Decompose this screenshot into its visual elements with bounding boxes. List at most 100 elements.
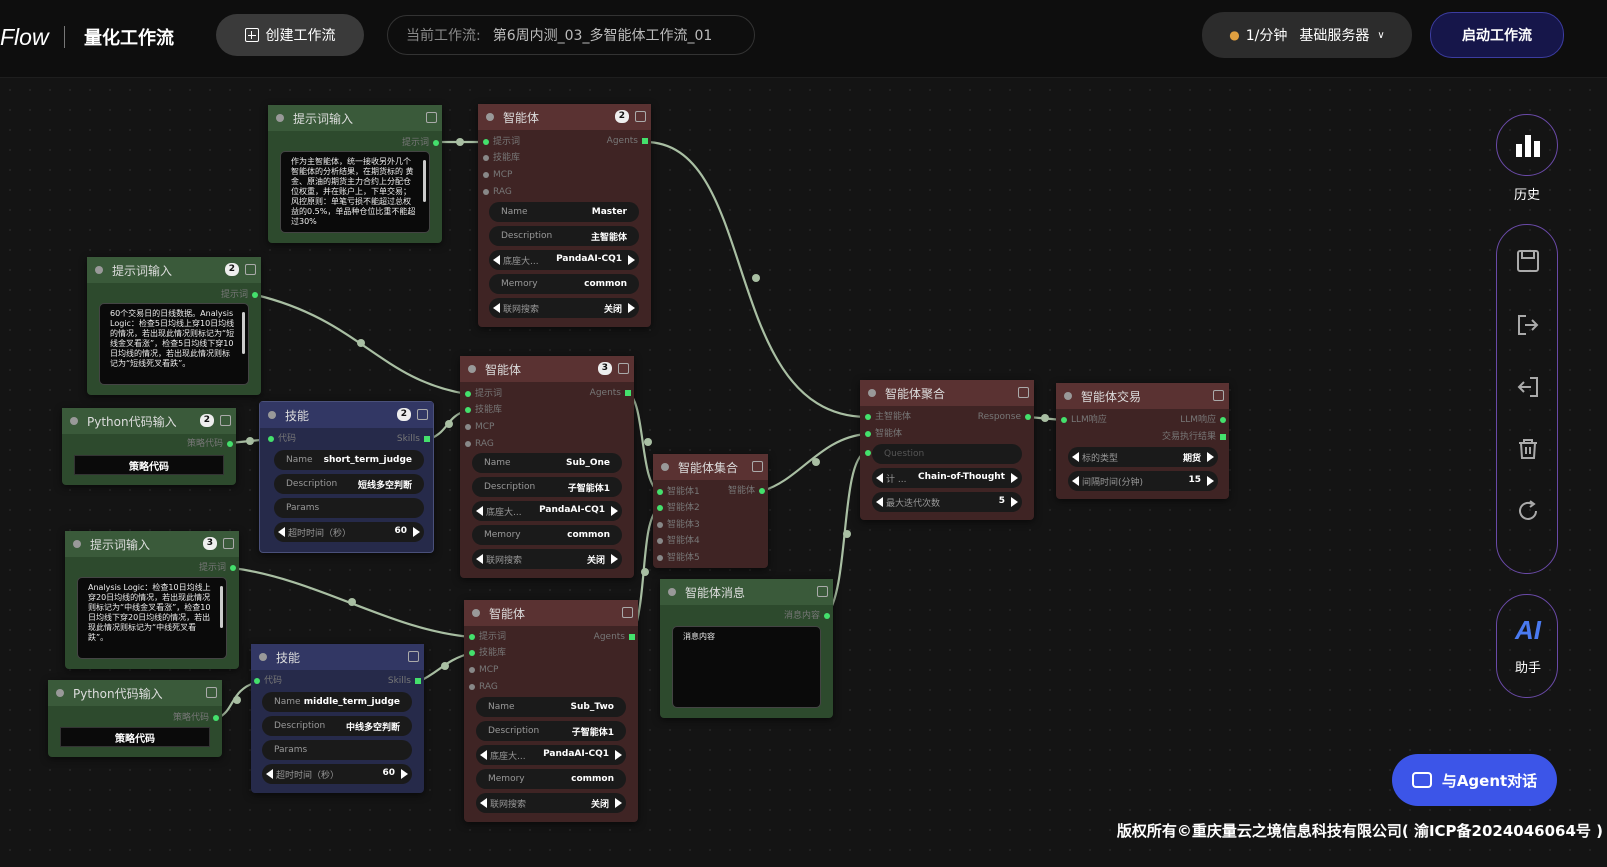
input-port-skills[interactable]: 技能库: [483, 152, 520, 164]
prev-icon[interactable]: [480, 798, 487, 808]
input-port-code[interactable]: 代码: [268, 433, 296, 445]
input-port-prompt[interactable]: 提示词: [465, 388, 502, 400]
node-agent-sub-one[interactable]: 智能体 3 提示词 技能库 MCP RAG Agents Name Sub_One …: [460, 356, 634, 578]
node-prompt-input-1[interactable]: 提示词输入 提示词 作为主智能体，统一接收另外几个智能体的分析结果，在期货标的 …: [268, 105, 442, 243]
reasoning-mode-selector[interactable]: 计 ... Chain-of-Thought: [872, 468, 1022, 488]
next-icon[interactable]: [615, 798, 622, 808]
next-icon[interactable]: [615, 750, 622, 760]
node-header[interactable]: 提示词输入: [268, 105, 442, 131]
input-port-agent-4[interactable]: 智能体4: [657, 535, 700, 547]
edit-icon[interactable]: [417, 409, 428, 420]
output-port-skills[interactable]: Skills: [397, 433, 431, 445]
input-port-mcp[interactable]: MCP: [469, 664, 498, 676]
next-icon[interactable]: [628, 303, 635, 313]
next-icon[interactable]: [1207, 452, 1214, 462]
input-port-skills[interactable]: 技能库: [465, 404, 502, 416]
increment-icon[interactable]: [413, 527, 420, 537]
input-port-agent-3[interactable]: 智能体3: [657, 519, 700, 531]
node-skill-1[interactable]: 技能 2 代码 Skills Name short_term_judge Descr…: [259, 401, 434, 553]
agent-name-field[interactable]: Name Master: [489, 202, 639, 222]
skill-params-field[interactable]: Params: [262, 740, 412, 760]
agent-description-field[interactable]: Description 主智能体: [489, 226, 639, 246]
edit-icon[interactable]: [426, 112, 437, 123]
output-port-strategy-code[interactable]: 策略代码: [173, 712, 220, 724]
input-port-main-agent[interactable]: 主智能体: [865, 411, 911, 423]
node-header[interactable]: 提示词输入 3: [65, 531, 239, 557]
agent-description-field[interactable]: Description 子智能体1: [476, 721, 626, 741]
node-prompt-input-3[interactable]: 提示词输入 3 提示词 Analysis Logic：检查10日均线上穿20日均线…: [65, 531, 239, 669]
web-search-toggle[interactable]: 联网搜索 关闭: [489, 298, 639, 318]
memory-field[interactable]: Memory common: [476, 769, 626, 789]
edit-icon[interactable]: [817, 586, 828, 597]
input-port-skills[interactable]: 技能库: [469, 647, 506, 659]
output-port-response[interactable]: Response: [978, 411, 1032, 423]
decrement-icon[interactable]: [266, 769, 273, 779]
node-header[interactable]: 智能体: [464, 600, 638, 626]
interval-stepper[interactable]: 间隔时间(分钟) 15: [1068, 471, 1218, 491]
prev-icon[interactable]: [476, 554, 483, 564]
edit-icon[interactable]: [206, 687, 217, 698]
trash-icon[interactable]: [1516, 437, 1540, 461]
edit-icon[interactable]: [408, 651, 419, 662]
output-port-prompt[interactable]: 提示词: [402, 137, 440, 149]
prompt-textarea[interactable]: Analysis Logic：检查10日均线上穿20日均线的情况，若出现此情况则…: [77, 577, 227, 659]
next-icon[interactable]: [611, 506, 618, 516]
output-port-strategy-code[interactable]: 策略代码: [187, 438, 234, 450]
increment-icon[interactable]: [1011, 497, 1018, 507]
timeout-stepper[interactable]: 超时时间（秒） 60: [274, 522, 424, 542]
prompt-textarea[interactable]: 作为主智能体，统一接收另外几个智能体的分析结果，在期货标的 黄金、原油的期货主力…: [280, 151, 430, 233]
node-header[interactable]: Python代码输入 2: [62, 408, 236, 434]
increment-icon[interactable]: [1207, 476, 1214, 486]
node-header[interactable]: 智能体交易: [1056, 383, 1229, 409]
output-port-agents[interactable]: Agents: [594, 631, 636, 643]
output-port-skills[interactable]: Skills: [388, 675, 422, 687]
edit-icon[interactable]: [1213, 390, 1224, 401]
output-port-prompt[interactable]: 提示词: [199, 562, 237, 574]
input-port-mcp[interactable]: MCP: [483, 169, 512, 181]
input-port-rag[interactable]: RAG: [469, 681, 498, 693]
agent-chat-button[interactable]: 与Agent对话: [1392, 754, 1557, 806]
agent-description-field[interactable]: Description 子智能体1: [472, 477, 622, 497]
node-agent-sub-two[interactable]: 智能体 提示词 技能库 MCP RAG Agents Name Sub_Two D…: [464, 600, 638, 822]
node-header[interactable]: 智能体 3: [460, 356, 634, 382]
memory-field[interactable]: Memory common: [489, 274, 639, 294]
import-icon[interactable]: [1516, 375, 1540, 399]
node-python-input-2[interactable]: Python代码输入 策略代码 策略代码: [48, 680, 222, 757]
node-header[interactable]: 智能体消息: [660, 579, 833, 605]
web-search-toggle[interactable]: 联网搜索 关闭: [476, 793, 626, 813]
next-icon[interactable]: [628, 255, 635, 265]
input-port-prompt[interactable]: 提示词: [469, 631, 506, 643]
decrement-icon[interactable]: [278, 527, 285, 537]
node-agent-master[interactable]: 智能体 2 提示词 技能库 MCP RAG Agents Name Master D…: [478, 104, 651, 327]
edit-icon[interactable]: [1018, 387, 1029, 398]
scrollbar[interactable]: [220, 586, 223, 628]
output-port-message[interactable]: 消息内容: [784, 610, 831, 622]
input-port-mcp[interactable]: MCP: [465, 421, 494, 433]
message-textarea[interactable]: 消息内容: [672, 626, 821, 708]
input-port-code[interactable]: 代码: [254, 675, 282, 687]
ai-assistant-button[interactable]: AI 助手: [1496, 594, 1558, 698]
prompt-textarea[interactable]: 60个交易日的日线数据。Analysis Logic：检查5日均线上穿10日均线…: [99, 303, 249, 385]
output-port-trade-result[interactable]: 交易执行结果: [1162, 431, 1227, 443]
history-button[interactable]: [1496, 114, 1558, 176]
memory-field[interactable]: Memory common: [472, 525, 622, 545]
next-icon[interactable]: [611, 554, 618, 564]
agent-name-field[interactable]: Name Sub_One: [472, 453, 622, 473]
output-port-llm-response[interactable]: LLM响应: [1180, 414, 1226, 426]
node-agent-message[interactable]: 智能体消息 消息内容 消息内容: [660, 579, 833, 718]
scrollbar[interactable]: [242, 312, 245, 354]
input-port-rag[interactable]: RAG: [483, 186, 512, 198]
edit-icon[interactable]: [622, 607, 633, 618]
code-editor-button[interactable]: 策略代码: [60, 727, 210, 747]
export-icon[interactable]: [1516, 313, 1540, 337]
save-icon[interactable]: [1516, 249, 1540, 273]
max-iterations-stepper[interactable]: 最大迭代次数 5: [872, 492, 1022, 512]
edit-icon[interactable]: [245, 264, 256, 275]
node-python-input-1[interactable]: Python代码输入 2 策略代码 策略代码: [62, 408, 236, 485]
web-search-toggle[interactable]: 联网搜索 关闭: [472, 549, 622, 569]
node-header[interactable]: 智能体聚合: [860, 380, 1034, 406]
edit-icon[interactable]: [220, 415, 231, 426]
code-editor-button[interactable]: 策略代码: [74, 455, 224, 475]
refresh-icon[interactable]: [1516, 499, 1540, 523]
output-port-agents[interactable]: 智能体: [728, 485, 766, 497]
